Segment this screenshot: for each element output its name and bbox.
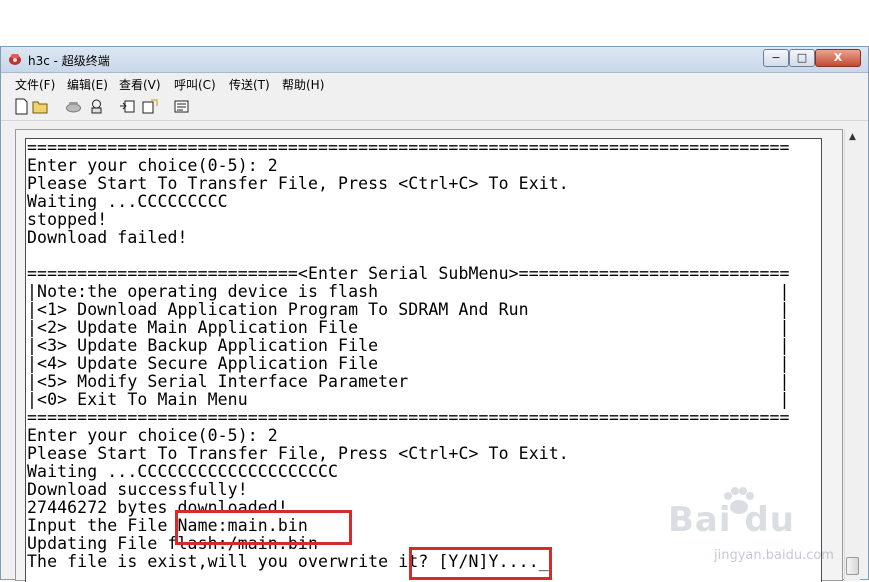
annotation-box-file-name bbox=[175, 510, 352, 545]
terminal-line: ========================================… bbox=[27, 138, 790, 157]
terminal-line: |<1> Download Application Program To SDR… bbox=[27, 300, 790, 319]
receive-icon[interactable] bbox=[141, 98, 158, 115]
title-bar[interactable]: h3c - 超级终端 − □ X bbox=[1, 47, 868, 73]
menu-call[interactable]: 呼叫(C) bbox=[174, 76, 216, 93]
toolbar bbox=[1, 94, 868, 121]
terminal-line: |<4> Update Secure Application File | bbox=[27, 354, 790, 373]
terminal-line: Download failed! bbox=[27, 228, 188, 247]
menu-bar: 文件(F) 编辑(E) 查看(V) 呼叫(C) 传送(T) 帮助(H) bbox=[1, 73, 868, 93]
send-icon[interactable] bbox=[119, 98, 136, 115]
terminal-line: Waiting ...CCCCCCCCC bbox=[27, 192, 228, 211]
terminal-line: |<2> Update Main Application File | bbox=[27, 318, 790, 337]
terminal-line: Download successfully! bbox=[27, 480, 248, 499]
terminal-line: |Note:the operating device is flash | bbox=[27, 282, 790, 301]
new-icon[interactable] bbox=[13, 98, 30, 115]
window-title: h3c - 超级终端 bbox=[28, 54, 110, 68]
terminal-line: |<0> Exit To Main Menu | bbox=[27, 390, 790, 409]
menu-file[interactable]: 文件(F) bbox=[15, 76, 55, 93]
terminal-line: Enter your choice(0-5): 2 bbox=[27, 426, 278, 445]
watermark-brand: Bai du bbox=[668, 500, 795, 540]
dial-icon[interactable] bbox=[88, 98, 105, 115]
terminal-line: stopped! bbox=[27, 210, 108, 229]
phone-app-icon bbox=[9, 54, 21, 65]
menu-edit[interactable]: 编辑(E) bbox=[67, 76, 108, 93]
watermark-url: jingyan.baidu.com bbox=[714, 548, 834, 563]
close-button[interactable]: X bbox=[815, 49, 861, 67]
open-icon[interactable] bbox=[32, 98, 49, 115]
properties-icon[interactable] bbox=[173, 98, 190, 115]
terminal-line: ========================================… bbox=[27, 408, 790, 427]
menu-help[interactable]: 帮助(H) bbox=[282, 76, 324, 93]
maximize-button[interactable]: □ bbox=[789, 49, 815, 67]
terminal-line: |<5> Modify Serial Interface Parameter | bbox=[27, 372, 790, 391]
terminal-line: Waiting ...CCCCCCCCCCCCCCCCCCCC bbox=[27, 462, 339, 481]
terminal-line: Please Start To Transfer File, Press <Ct… bbox=[27, 444, 569, 463]
terminal-line: ===========================<Enter Serial… bbox=[27, 264, 790, 283]
menu-view[interactable]: 查看(V) bbox=[119, 76, 161, 93]
terminal-line: |<3> Update Backup Application File | bbox=[27, 336, 790, 355]
phone-icon[interactable] bbox=[65, 98, 82, 115]
menu-transfer[interactable]: 传送(T) bbox=[229, 76, 270, 93]
annotation-box-overwrite-prompt bbox=[409, 547, 552, 580]
scroll-up-arrow-icon[interactable]: ▲ bbox=[845, 129, 860, 145]
terminal-line: Please Start To Transfer File, Press <Ct… bbox=[27, 174, 569, 193]
minimize-button[interactable]: − bbox=[763, 49, 789, 67]
terminal-line: Enter your choice(0-5): 2 bbox=[27, 156, 278, 175]
baidu-watermark: Bai du jingyan.baidu.com bbox=[668, 486, 858, 576]
